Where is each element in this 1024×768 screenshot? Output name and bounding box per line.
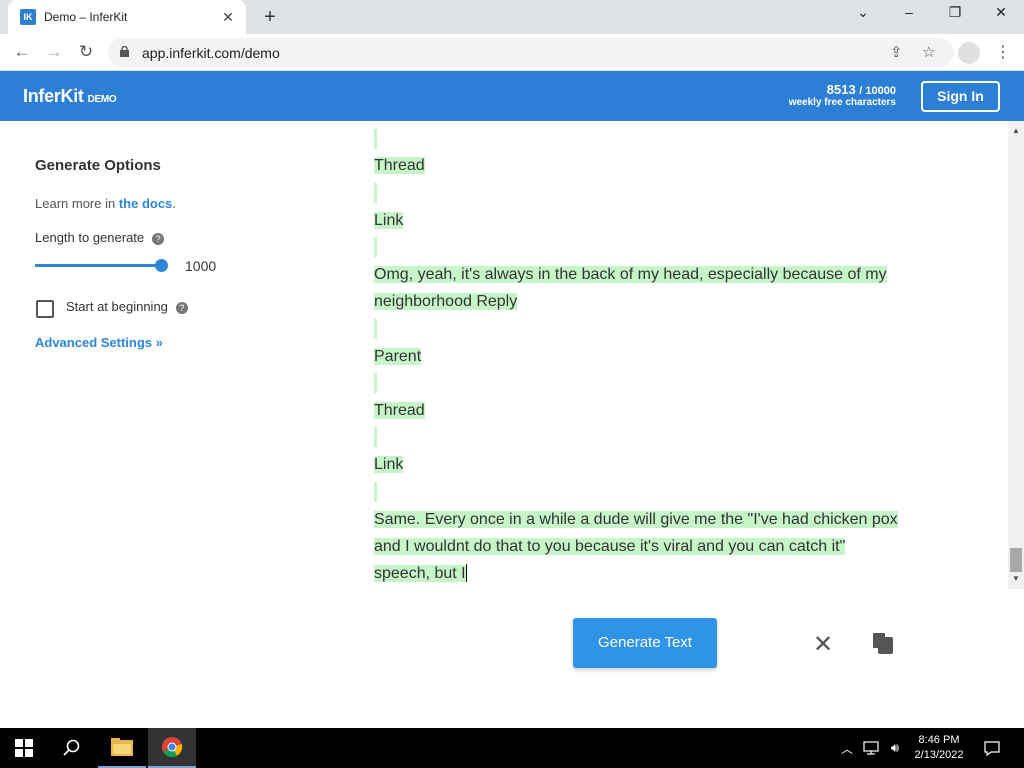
- logo-badge: DEMO: [87, 94, 117, 105]
- logo[interactable]: InferKit DEMO: [23, 86, 117, 107]
- text-line: neighborhood Reply: [374, 293, 518, 310]
- options-title: Generate Options: [35, 157, 161, 174]
- tab-close-icon[interactable]: ✕: [220, 9, 236, 26]
- text-line: Thread: [374, 157, 425, 174]
- generated-text-editor[interactable]: Thread Link Omg, yeah, it's always in th…: [374, 121, 1014, 589]
- quota-label: weekly free characters: [788, 97, 896, 108]
- highlight-marker: [374, 183, 377, 203]
- length-slider-thumb[interactable]: [155, 259, 168, 272]
- minimize-icon[interactable]: –: [897, 4, 921, 20]
- app-header: InferKit DEMO 8513 / 10000 weekly free ch…: [0, 71, 1024, 121]
- taskbar: ︿ 🔊︎ 8:46 PM 2/13/2022: [0, 728, 1024, 768]
- scrollbar[interactable]: [1008, 121, 1024, 589]
- clock-date: 2/13/2022: [914, 749, 964, 761]
- highlight-marker: [374, 129, 377, 149]
- help-icon[interactable]: ?: [175, 301, 188, 314]
- learn-more-text: Learn more in the docs.: [35, 196, 176, 211]
- text-line: Omg, yeah, it's always in the back of my…: [374, 266, 887, 283]
- browser-tab-bar: IK Demo – InferKit ✕ + ⌄ – ❐ ✕: [0, 0, 1024, 34]
- highlight-marker: [374, 237, 377, 257]
- copy-icon[interactable]: [872, 632, 893, 654]
- new-tab-button[interactable]: +: [258, 6, 282, 29]
- browser-tab[interactable]: IK Demo – InferKit ✕: [8, 0, 246, 34]
- highlight-marker: [374, 482, 377, 502]
- text-line: speech, but I: [374, 565, 466, 582]
- highlight-marker: [374, 427, 377, 447]
- length-label: Length to generate?: [35, 230, 165, 245]
- length-slider-track[interactable]: [35, 264, 161, 267]
- quota-display: 8513 / 10000 weekly free characters: [789, 82, 896, 108]
- highlight-marker: [374, 373, 377, 393]
- inferkit-favicon-icon: IK: [20, 9, 36, 25]
- text-line: Link: [374, 456, 404, 473]
- file-explorer-icon[interactable]: [98, 728, 146, 768]
- taskbar-clock[interactable]: 8:46 PM 2/13/2022: [905, 733, 973, 763]
- back-icon[interactable]: ←: [10, 41, 34, 63]
- forward-icon[interactable]: →: [42, 41, 66, 63]
- search-icon[interactable]: [48, 728, 96, 768]
- scroll-up-icon[interactable]: ▲: [1012, 126, 1020, 135]
- quota-used: 8513: [826, 82, 856, 97]
- advanced-settings-link[interactable]: Advanced Settings »: [35, 335, 163, 350]
- text-line: Parent: [374, 348, 422, 365]
- generate-text-button[interactable]: Generate Text: [573, 618, 717, 668]
- text-line: and I wouldnt do that to you because it'…: [374, 538, 846, 555]
- tab-title: Demo – InferKit: [44, 10, 128, 24]
- network-icon[interactable]: [860, 728, 882, 768]
- docs-link[interactable]: the docs: [119, 196, 172, 211]
- browser-toolbar: ← → ↻ app.inferkit.com/demo ⇪ ☆ ⋮: [0, 34, 1024, 71]
- close-window-icon[interactable]: ✕: [989, 4, 1013, 21]
- clock-time: 8:46 PM: [918, 734, 960, 746]
- highlight-marker: [374, 319, 377, 339]
- start-at-beginning-label: Start at beginning?: [66, 299, 188, 314]
- scroll-down-icon[interactable]: ▼: [1012, 574, 1020, 583]
- address-bar[interactable]: app.inferkit.com/demo ⇪ ☆: [108, 38, 954, 67]
- text-cursor: [465, 564, 467, 582]
- reload-icon[interactable]: ↻: [74, 41, 98, 63]
- bookmark-star-icon[interactable]: ☆: [922, 43, 935, 61]
- start-at-beginning-checkbox[interactable]: [36, 300, 54, 318]
- tab-search-icon[interactable]: ⌄: [851, 4, 875, 21]
- profile-avatar-icon[interactable]: [958, 42, 980, 64]
- scrollbar-thumb[interactable]: [1010, 548, 1022, 572]
- length-value: 1000: [185, 258, 217, 274]
- quota-total: / 10000: [859, 85, 896, 97]
- volume-icon[interactable]: 🔊︎: [884, 728, 906, 768]
- show-hidden-icons-icon[interactable]: ︿: [838, 728, 856, 768]
- sign-in-button[interactable]: Sign In: [921, 81, 1000, 112]
- notifications-icon[interactable]: [980, 728, 1004, 768]
- browser-menu-icon[interactable]: ⋮: [995, 42, 1011, 62]
- url-text: app.inferkit.com/demo: [142, 45, 280, 61]
- windows-start-icon[interactable]: [0, 728, 48, 768]
- text-line: Same. Every once in a while a dude will …: [374, 511, 898, 528]
- help-icon[interactable]: ?: [152, 232, 165, 245]
- restore-icon[interactable]: ❐: [943, 4, 967, 21]
- share-icon[interactable]: ⇪: [890, 43, 903, 61]
- lock-icon: [120, 46, 129, 57]
- text-line: Thread: [374, 402, 425, 419]
- chrome-icon[interactable]: [148, 728, 196, 768]
- clear-icon[interactable]: ✕: [813, 630, 833, 659]
- text-line: Link: [374, 212, 404, 229]
